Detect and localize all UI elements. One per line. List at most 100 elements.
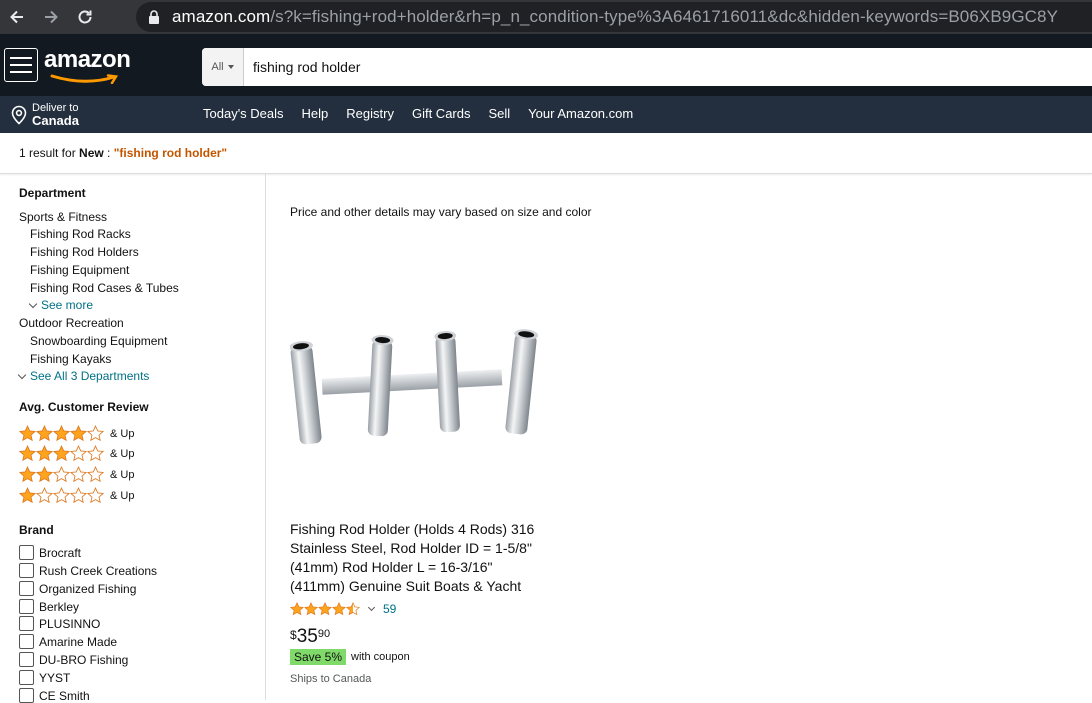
star-rating-icon	[19, 445, 104, 463]
checkbox[interactable]	[19, 670, 34, 685]
star-rating-icon	[19, 487, 104, 505]
checkbox[interactable]	[19, 616, 34, 631]
coupon-badge[interactable]: Save 5%	[290, 649, 347, 665]
shipping-info: Ships to Canada	[290, 673, 372, 685]
price-symbol: $	[290, 628, 297, 642]
dept-fishing-rod-cases[interactable]: Fishing Rod Cases & Tubes	[30, 281, 179, 295]
hamburger-menu-icon[interactable]	[4, 48, 38, 82]
amazon-logo[interactable]: amazon	[44, 46, 131, 86]
dept-fishing-equipment[interactable]: Fishing Equipment	[30, 263, 129, 277]
checkbox[interactable]	[19, 581, 34, 596]
nav-registry[interactable]: Registry	[346, 106, 394, 121]
see-all-departments-link[interactable]: See All 3 Departments	[17, 369, 150, 383]
brand-filter[interactable]: Organized Fishing	[19, 581, 136, 596]
brand-filter[interactable]: Berkley	[19, 599, 79, 614]
review-count[interactable]: 59	[383, 602, 396, 616]
result-separator: :	[103, 146, 114, 160]
url-domain: amazon.com	[172, 7, 271, 26]
nav-gift-cards[interactable]: Gift Cards	[412, 106, 471, 121]
search-input[interactable]	[244, 48, 1092, 86]
nav-help[interactable]: Help	[302, 106, 329, 121]
search-category-label: All	[211, 61, 224, 73]
brand-filter[interactable]: Amarine Made	[19, 634, 117, 649]
brand-label: YYST	[39, 670, 71, 685]
and-up-label: & Up	[110, 448, 135, 460]
product-title-line: Stainless Steel, Rod Holder ID = 1-5/8"	[290, 540, 532, 556]
nav-links: Today's Deals Help Registry Gift Cards S…	[203, 106, 651, 121]
url-text: amazon.com/s?k=fishing+rod+holder&rh=p_n…	[172, 7, 1058, 27]
star-rating-icon	[19, 466, 104, 484]
dept-sports-fitness[interactable]: Sports & Fitness	[19, 210, 107, 224]
dept-outdoor-recreation[interactable]: Outdoor Recreation	[19, 316, 124, 330]
nav-todays-deals[interactable]: Today's Deals	[203, 106, 284, 121]
brand-filter[interactable]: DU-BRO Fishing	[19, 652, 128, 667]
url-path: /s?k=fishing+rod+holder&rh=p_n_condition…	[270, 7, 1059, 26]
brand-filter[interactable]: Brocraft	[19, 545, 81, 560]
product-price[interactable]: $3590	[290, 626, 330, 648]
price-note: Price and other details may vary based o…	[290, 205, 592, 219]
brand-label: Berkley	[39, 599, 80, 614]
back-button[interactable]	[0, 0, 34, 34]
review-filter-1[interactable]: & Up	[19, 487, 134, 505]
reload-icon	[78, 10, 92, 24]
forward-arrow-icon	[45, 10, 58, 24]
brand-label: PLUSINNO	[39, 616, 101, 631]
nav-your-amazon[interactable]: Your Amazon.com	[528, 106, 633, 121]
search-category-dropdown[interactable]: All	[202, 48, 244, 86]
see-all-label: See All 3 Departments	[30, 369, 150, 383]
review-filter-4[interactable]: & Up	[19, 425, 134, 443]
amazon-subnav: Deliver to Canada Today's Deals Help Reg…	[0, 96, 1092, 133]
checkbox[interactable]	[19, 634, 34, 649]
brand-filter[interactable]: YYST	[19, 670, 70, 685]
chevron-down-icon	[367, 603, 376, 612]
search-bar: All	[202, 48, 1092, 86]
checkbox[interactable]	[19, 652, 34, 667]
caret-down-icon	[227, 65, 234, 69]
product-title-line: Fishing Rod Holder (Holds 4 Rods) 316	[290, 521, 535, 537]
see-more-label: See more	[41, 298, 94, 312]
product-title-line: (411mm) Genuine Suit Boats & Yacht	[290, 578, 522, 594]
nav-sell[interactable]: Sell	[488, 106, 510, 121]
reload-button[interactable]	[68, 0, 102, 34]
dept-fishing-rod-holders[interactable]: Fishing Rod Holders	[30, 245, 139, 259]
lock-icon	[148, 9, 162, 25]
checkbox[interactable]	[19, 688, 34, 703]
and-up-label: & Up	[110, 428, 135, 440]
product-title[interactable]: Fishing Rod Holder (Holds 4 Rods) 316 St…	[290, 520, 545, 596]
smile-arrow-icon	[50, 74, 119, 84]
filter-sidebar: Department Sports & Fitness Fishing Rod …	[0, 174, 266, 703]
department-heading: Department	[19, 186, 86, 200]
result-count: 1 result for	[19, 146, 80, 160]
see-more-link[interactable]: See more	[28, 298, 94, 312]
review-heading: Avg. Customer Review	[19, 400, 149, 414]
product-rating[interactable]: 59	[290, 600, 396, 618]
brand-label: Brocraft	[39, 545, 82, 560]
review-filter-3[interactable]: & Up	[19, 445, 134, 463]
brand-label: Amarine Made	[39, 634, 118, 649]
search-results: Price and other details may vary based o…	[267, 174, 1092, 700]
product-image[interactable]	[289, 324, 540, 454]
deliver-country: Canada	[32, 113, 79, 128]
deliver-to-location[interactable]: Deliver to Canada	[10, 102, 79, 128]
chevron-down-icon	[17, 370, 27, 379]
brand-filter[interactable]: Rush Creek Creations	[19, 563, 157, 578]
review-filter-2[interactable]: & Up	[19, 466, 134, 484]
product-title-line: (41mm) Rod Holder L = 16-3/16"	[290, 559, 493, 575]
dept-fishing-kayaks[interactable]: Fishing Kayaks	[30, 352, 111, 366]
dept-snowboarding-equipment[interactable]: Snowboarding Equipment	[30, 334, 167, 348]
browser-toolbar: amazon.com/s?k=fishing+rod+holder&rh=p_n…	[0, 0, 1092, 34]
back-arrow-icon	[10, 10, 23, 24]
brand-filter[interactable]: CE Smith	[19, 688, 90, 703]
address-bar[interactable]: amazon.com/s?k=fishing+rod+holder&rh=p_n…	[136, 2, 1092, 32]
checkbox[interactable]	[19, 563, 34, 578]
brand-filter[interactable]: PLUSINNO	[19, 616, 100, 631]
checkbox[interactable]	[19, 545, 34, 560]
price-fraction: 90	[317, 628, 331, 640]
result-condition: New	[79, 146, 104, 160]
star-rating-icon	[19, 425, 104, 443]
result-query: "fishing rod holder"	[113, 146, 228, 160]
forward-button[interactable]	[34, 0, 68, 34]
coupon-text: with coupon	[351, 651, 410, 663]
dept-fishing-rod-racks[interactable]: Fishing Rod Racks	[30, 227, 131, 241]
checkbox[interactable]	[19, 599, 34, 614]
